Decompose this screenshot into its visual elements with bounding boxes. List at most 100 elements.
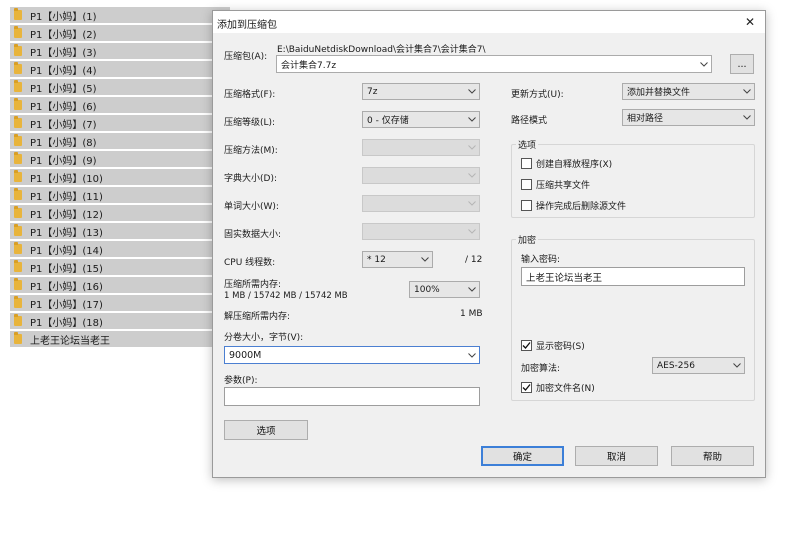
encryption-method-label: 加密算法: [521, 364, 561, 374]
file-list-item[interactable]: P1【小妈】(10) [10, 169, 230, 185]
update-mode-value: 添加并替换文件 [627, 88, 691, 98]
solid-size-select [362, 223, 480, 240]
format-label: 压缩格式(F): [224, 90, 276, 100]
file-list-item[interactable]: P1【小妈】(18) [10, 313, 230, 329]
browse-button[interactable]: ... [730, 54, 754, 74]
folder-icon [14, 242, 22, 254]
format-value: 7z [367, 86, 378, 97]
delete-after-label: 操作完成后删除源文件 [536, 202, 627, 212]
chevron-down-icon[interactable] [730, 358, 744, 373]
folder-icon [14, 80, 22, 92]
chevron-down-icon[interactable] [465, 84, 479, 99]
close-button[interactable]: ✕ [741, 13, 759, 31]
password-label: 输入密码: [521, 255, 561, 265]
cancel-button[interactable]: 取消 [575, 446, 658, 466]
chevron-down-icon[interactable] [465, 112, 479, 127]
ok-button[interactable]: 确定 [481, 446, 564, 466]
folder-icon [14, 62, 22, 74]
help-button[interactable]: 帮助 [671, 446, 754, 466]
chevron-down-icon [465, 196, 479, 211]
cpu-threads-select[interactable]: * 12 [362, 251, 433, 268]
file-name: P1【小妈】(10) [30, 173, 103, 185]
chevron-down-icon[interactable] [465, 347, 479, 363]
title-bar[interactable]: 添加到压缩包 ✕ [213, 11, 765, 33]
file-list-item[interactable]: P1【小妈】(11) [10, 187, 230, 203]
file-name: P1【小妈】(18) [30, 317, 103, 329]
archive-path: E:\BaiduNetdiskDownload\会计集合7\会计集合7\ [277, 45, 486, 55]
decompress-memory-label: 解压缩所需内存: [224, 312, 291, 322]
folder-icon [14, 170, 22, 182]
file-list-item[interactable]: P1【小妈】(15) [10, 259, 230, 275]
file-list-item[interactable]: P1【小妈】(1) [10, 7, 230, 23]
file-list-item[interactable]: P1【小妈】(6) [10, 97, 230, 113]
dialog-title: 添加到压缩包 [217, 20, 277, 31]
chevron-down-icon[interactable] [740, 84, 754, 99]
cpu-threads-max: / 12 [465, 255, 483, 265]
checkbox-unchecked-icon[interactable] [521, 179, 532, 190]
password-input[interactable]: 上老王论坛当老王 [521, 267, 745, 286]
options-group-title: 选项 [516, 138, 539, 151]
close-icon: ✕ [744, 15, 756, 29]
compress-shared-label: 压缩共享文件 [536, 181, 591, 191]
dictionary-select [362, 167, 480, 184]
file-list-item[interactable]: P1【小妈】(2) [10, 25, 230, 41]
path-mode-label: 路径模式 [511, 116, 548, 126]
create-sfx-checkbox[interactable]: 创建自释放程序(X) [521, 157, 612, 170]
file-list-item[interactable]: P1【小妈】(5) [10, 79, 230, 95]
file-list-item[interactable]: P1【小妈】(3) [10, 43, 230, 59]
memory-percent-select[interactable]: 100% [409, 281, 480, 298]
options-button[interactable]: 选项 [224, 420, 308, 440]
show-password-label: 显示密码(S) [536, 342, 585, 352]
file-name: P1【小妈】(7) [30, 119, 97, 131]
checkbox-checked-icon[interactable] [521, 382, 532, 393]
compress-memory-label: 压缩所需内存: [224, 280, 282, 290]
chevron-down-icon[interactable] [465, 282, 479, 297]
file-name: P1【小妈】(17) [30, 299, 103, 311]
parameters-input[interactable] [224, 387, 480, 406]
file-name: P1【小妈】(3) [30, 47, 97, 59]
file-name: P1【小妈】(8) [30, 137, 97, 149]
level-label: 压缩等级(L): [224, 118, 276, 128]
file-list-item[interactable]: P1【小妈】(16) [10, 277, 230, 293]
file-list-item[interactable]: P1【小妈】(4) [10, 61, 230, 77]
encrypt-filenames-checkbox[interactable]: 加密文件名(N) [521, 381, 595, 394]
split-size-value: 9000M [229, 349, 262, 361]
file-list-item[interactable]: P1【小妈】(8) [10, 133, 230, 149]
format-select[interactable]: 7z [362, 83, 480, 100]
folder-icon [14, 116, 22, 128]
file-list-item[interactable]: P1【小妈】(17) [10, 295, 230, 311]
checkbox-unchecked-icon[interactable] [521, 158, 532, 169]
encryption-group-title: 加密 [516, 233, 539, 246]
file-list-item[interactable]: P1【小妈】(13) [10, 223, 230, 239]
word-size-select [362, 195, 480, 212]
chevron-down-icon[interactable] [697, 56, 711, 72]
archive-name-combo[interactable]: 会计集合7.7z [276, 55, 712, 73]
file-name: P1【小妈】(4) [30, 65, 97, 77]
split-size-combo[interactable]: 9000M [224, 346, 480, 364]
chevron-down-icon[interactable] [740, 110, 754, 125]
chevron-down-icon[interactable] [418, 252, 432, 267]
folder-icon [14, 296, 22, 308]
chevron-down-icon [465, 140, 479, 155]
file-list-item[interactable]: P1【小妈】(14) [10, 241, 230, 257]
level-select[interactable]: 0 - 仅存储 [362, 111, 480, 128]
compress-shared-checkbox[interactable]: 压缩共享文件 [521, 178, 590, 191]
method-select [362, 139, 480, 156]
folder-icon [14, 314, 22, 326]
path-mode-select[interactable]: 相对路径 [622, 109, 755, 126]
delete-after-checkbox[interactable]: 操作完成后删除源文件 [521, 199, 626, 212]
file-name: P1【小妈】(14) [30, 245, 103, 257]
compress-memory-detail: 1 MB / 15742 MB / 15742 MB [224, 291, 348, 301]
show-password-checkbox[interactable]: 显示密码(S) [521, 339, 585, 352]
file-list-item[interactable]: P1【小妈】(9) [10, 151, 230, 167]
update-mode-select[interactable]: 添加并替换文件 [622, 83, 755, 100]
encryption-method-select[interactable]: AES-256 [652, 357, 745, 374]
file-list-item[interactable]: P1【小妈】(12) [10, 205, 230, 221]
checkbox-unchecked-icon[interactable] [521, 200, 532, 211]
folder-icon [14, 26, 22, 38]
checkbox-checked-icon[interactable] [521, 340, 532, 351]
memory-percent-value: 100% [414, 284, 440, 295]
file-list-item[interactable]: P1【小妈】(7) [10, 115, 230, 131]
file-name: P1【小妈】(2) [30, 29, 97, 41]
file-list-item[interactable]: 上老王论坛当老王 [10, 331, 230, 347]
